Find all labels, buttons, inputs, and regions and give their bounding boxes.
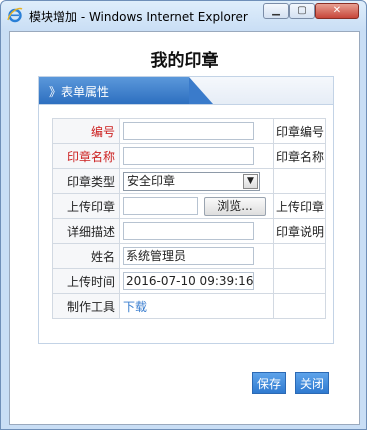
description-input[interactable]	[123, 222, 254, 240]
form-row-tool: 制作工具 下载	[52, 293, 326, 319]
form-row-number: 编号 印章编号	[52, 118, 326, 144]
form-properties-tab-label: 》表单属性	[49, 85, 110, 99]
seal-form-table: 编号 印章编号 印章名称 印章名称 印章类型 安全印章 ▼ 上传印章 浏览...…	[52, 118, 326, 319]
form-properties-tab[interactable]: 》表单属性	[39, 77, 213, 104]
tool-note	[273, 293, 326, 319]
description-note: 印章说明	[273, 218, 326, 244]
seal-type-selected-value: 安全印章	[127, 173, 176, 188]
form-row-seal-type: 印章类型 安全印章 ▼	[52, 168, 326, 194]
page-title: 我的印章	[150, 51, 219, 71]
name-input[interactable]: 系统管理员	[123, 247, 254, 265]
minimize-button[interactable]: ▁	[263, 3, 289, 19]
form-row-upload-seal: 上传印章 浏览... 上传印章	[52, 193, 326, 219]
number-label: 编号	[52, 118, 120, 144]
description-label: 详细描述	[52, 218, 120, 244]
number-input[interactable]	[123, 122, 254, 140]
form-row-description: 详细描述 印章说明	[52, 218, 326, 244]
close-window-button[interactable]: ✕	[315, 3, 359, 19]
window-title: 模块增加 - Windows Internet Explorer	[29, 10, 248, 24]
panel-header: 》表单属性	[39, 77, 333, 105]
upload-seal-note: 上传印章	[273, 193, 326, 219]
upload-time-note	[273, 268, 326, 294]
close-button[interactable]: 关闭	[295, 372, 329, 394]
upload-file-path-input[interactable]	[123, 197, 198, 215]
title-bar: 模块增加 - Windows Internet Explorer ▁ ▢ ✕	[1, 1, 366, 31]
seal-name-input[interactable]	[123, 147, 254, 165]
browser-window: 模块增加 - Windows Internet Explorer ▁ ▢ ✕ 我…	[0, 0, 367, 430]
form-row-upload-time: 上传时间 2016-07-10 09:39:16	[52, 268, 326, 294]
seal-type-select[interactable]: 安全印章 ▼	[123, 171, 260, 191]
form-row-name: 姓名 系统管理员	[52, 243, 326, 269]
seal-type-label: 印章类型	[52, 168, 120, 194]
internet-explorer-icon	[7, 7, 23, 23]
upload-time-input[interactable]: 2016-07-10 09:39:16	[123, 272, 254, 290]
seal-name-label: 印章名称	[52, 143, 120, 169]
browse-button[interactable]: 浏览...	[204, 196, 266, 216]
form-panel: 》表单属性 编号 印章编号 印章名称 印章名称 印章类型 安全印章 ▼ 上传印章…	[38, 76, 334, 344]
name-label: 姓名	[52, 243, 120, 269]
name-note	[273, 243, 326, 269]
download-link[interactable]: 下载	[123, 300, 147, 314]
save-button[interactable]: 保存	[252, 372, 286, 394]
tool-label: 制作工具	[52, 293, 120, 319]
chevron-down-icon[interactable]: ▼	[243, 173, 258, 189]
form-row-seal-name: 印章名称 印章名称	[52, 143, 326, 169]
page-content: 我的印章 》表单属性 编号 印章编号 印章名称 印章名称 印章类型 安全印章 ▼…	[9, 31, 360, 425]
maximize-button[interactable]: ▢	[289, 3, 315, 19]
upload-seal-label: 上传印章	[52, 193, 120, 219]
seal-name-note: 印章名称	[273, 143, 326, 169]
upload-time-label: 上传时间	[52, 268, 120, 294]
seal-type-note	[273, 168, 326, 194]
number-note: 印章编号	[273, 118, 326, 144]
